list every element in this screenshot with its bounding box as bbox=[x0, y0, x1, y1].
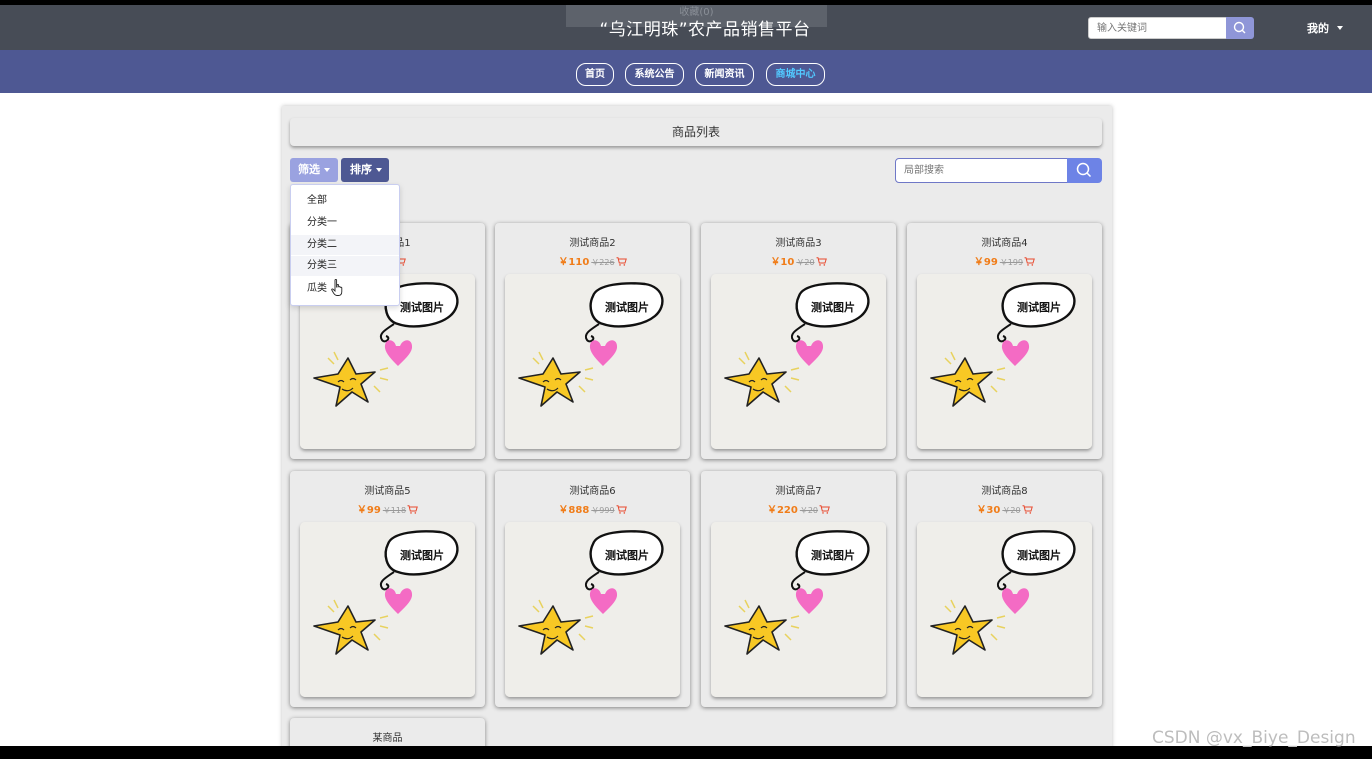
filter-label: 筛选 bbox=[298, 163, 320, 176]
filter-option-category-3[interactable]: 分类三 bbox=[291, 256, 399, 276]
placeholder-illustration: 测试图片 bbox=[917, 522, 1092, 697]
caret-down-icon bbox=[324, 168, 330, 172]
local-search-input[interactable] bbox=[895, 158, 1068, 183]
site-title: “乌江明珠”农产品销售平台 bbox=[599, 20, 811, 40]
product-price: ￥888 ￥999 bbox=[495, 501, 690, 516]
placeholder-image-caption: 测试图片 bbox=[1017, 548, 1061, 562]
product-name: 测试商品7 bbox=[775, 486, 822, 497]
cart-icon[interactable] bbox=[407, 505, 418, 514]
product-card[interactable]: 测试商品3 ￥10 ￥20 测试图片 bbox=[701, 223, 896, 459]
placeholder-illustration: 测试图片 bbox=[711, 522, 886, 697]
original-price: ￥199 bbox=[999, 258, 1024, 267]
placeholder-image-caption: 测试图片 bbox=[400, 548, 444, 562]
cart-icon[interactable] bbox=[819, 505, 830, 514]
caret-down-icon bbox=[376, 168, 382, 172]
current-price: ￥220 bbox=[766, 505, 798, 516]
local-search-button[interactable] bbox=[1067, 158, 1102, 183]
cart-icon[interactable] bbox=[616, 257, 627, 266]
user-menu[interactable]: 我的 bbox=[1307, 20, 1329, 36]
product-image[interactable]: 测试图片 bbox=[505, 274, 680, 449]
product-image[interactable]: 测试图片 bbox=[505, 522, 680, 697]
product-image[interactable]: 测试图片 bbox=[711, 274, 886, 449]
product-price: ￥220 ￥20 bbox=[701, 501, 896, 516]
current-price: ￥99 bbox=[356, 505, 381, 516]
placeholder-image-caption: 测试图片 bbox=[605, 300, 649, 314]
product-card[interactable]: 测试商品4 ￥99 ￥199 测试图片 bbox=[907, 223, 1102, 459]
panel-title: 商品列表 bbox=[290, 118, 1102, 146]
cart-icon[interactable] bbox=[816, 257, 827, 266]
placeholder-illustration: 测试图片 bbox=[300, 522, 475, 697]
search-icon bbox=[1076, 162, 1092, 178]
product-image[interactable]: 测试图片 bbox=[300, 522, 475, 697]
placeholder-image-caption: 测试图片 bbox=[605, 548, 649, 562]
hand-cursor-icon bbox=[331, 279, 343, 296]
local-search bbox=[895, 158, 1102, 183]
product-panel: 商品列表 筛选 排序 测试商品1￥￥9测试图片测试商品2￥110￥226测试图片… bbox=[282, 106, 1112, 758]
original-price: ￥226 bbox=[591, 258, 615, 267]
product-image[interactable]: 测试图片 bbox=[711, 522, 886, 697]
filter-option-all[interactable]: 全部 bbox=[291, 191, 399, 211]
product-name: 测试商品3 bbox=[775, 238, 822, 249]
placeholder-image-caption: 测试图片 bbox=[811, 300, 855, 314]
nav-item-announcements[interactable]: 系统公告 bbox=[625, 63, 684, 86]
product-price: ￥99 ￥199 bbox=[907, 253, 1102, 268]
cart-icon[interactable] bbox=[616, 505, 627, 514]
product-card[interactable]: 测试商品6 ￥888 ￥999 测试图片 bbox=[495, 471, 690, 707]
placeholder-image-caption: 测试图片 bbox=[400, 300, 444, 314]
nav-item-mall[interactable]: 商城中心 bbox=[766, 63, 825, 86]
cart-icon[interactable] bbox=[1022, 505, 1033, 514]
original-price: ￥20 bbox=[1002, 506, 1021, 515]
filter-option-category-1[interactable]: 分类一 bbox=[291, 213, 399, 233]
placeholder-image-caption: 测试图片 bbox=[811, 548, 855, 562]
product-image[interactable]: 测试图片 bbox=[917, 522, 1092, 697]
product-name: 测试商品2 bbox=[569, 238, 616, 249]
original-price: ￥20 bbox=[796, 258, 815, 267]
current-price: ￥10 bbox=[770, 257, 795, 268]
header-search bbox=[1088, 17, 1255, 39]
product-name: 某商品 bbox=[372, 733, 403, 744]
main-nav: 首页 系统公告 新闻资讯 商城中心 bbox=[0, 50, 1372, 93]
current-price: ￥30 bbox=[976, 505, 1001, 516]
product-card[interactable]: 测试商品7 ￥220 ￥20 测试图片 bbox=[701, 471, 896, 707]
current-price: ￥99 bbox=[973, 257, 998, 268]
original-price: ￥118 bbox=[382, 506, 407, 515]
placeholder-illustration: 测试图片 bbox=[505, 522, 680, 697]
product-name: 测试商品6 bbox=[569, 486, 616, 497]
product-name: 测试商品8 bbox=[981, 486, 1028, 497]
sort-button[interactable]: 排序 bbox=[341, 158, 389, 182]
page: 收藏(0) “乌江明珠”农产品销售平台 我的 首页 系统公告 新闻资讯 商城中心… bbox=[0, 0, 1372, 759]
current-price: ￥110 bbox=[558, 257, 590, 268]
product-price: ￥30 ￥20 bbox=[907, 501, 1102, 516]
product-card[interactable]: 测试商品2 ￥110 ￥226 测试图片 bbox=[495, 223, 690, 459]
filter-button[interactable]: 筛选 bbox=[290, 158, 338, 182]
placeholder-image-caption: 测试图片 bbox=[1017, 300, 1061, 314]
placeholder-illustration: 测试图片 bbox=[505, 274, 680, 449]
product-card[interactable]: 测试商品5 ￥99 ￥118 测试图片 bbox=[290, 471, 485, 707]
product-price: ￥99 ￥118 bbox=[290, 501, 485, 516]
placeholder-illustration: 测试图片 bbox=[711, 274, 886, 449]
header-search-button[interactable] bbox=[1226, 17, 1254, 39]
site-header: 收藏(0) “乌江明珠”农产品销售平台 我的 bbox=[0, 5, 1372, 50]
original-price: ￥999 bbox=[591, 506, 615, 515]
search-icon bbox=[1233, 21, 1246, 34]
product-card[interactable]: 测试商品8 ￥30 ￥20 测试图片 bbox=[907, 471, 1102, 707]
nav-item-news[interactable]: 新闻资讯 bbox=[695, 63, 754, 86]
filter-option-category-2[interactable]: 分类二 bbox=[291, 235, 399, 255]
product-image[interactable]: 测试图片 bbox=[917, 274, 1092, 449]
placeholder-illustration: 测试图片 bbox=[917, 274, 1092, 449]
product-name: 测试商品4 bbox=[981, 238, 1028, 249]
watermark: CSDN @vx_Biye_Design bbox=[1152, 728, 1356, 748]
chevron-down-icon[interactable] bbox=[1337, 26, 1343, 30]
product-price: ￥10 ￥20 bbox=[701, 253, 896, 268]
sort-label: 排序 bbox=[350, 163, 372, 176]
product-price: ￥110 ￥226 bbox=[495, 253, 690, 268]
cart-icon[interactable] bbox=[1024, 257, 1035, 266]
product-name: 测试商品5 bbox=[364, 486, 411, 497]
filter-option-melons[interactable]: 瓜类 bbox=[291, 279, 399, 299]
header-search-input[interactable] bbox=[1088, 17, 1227, 39]
original-price: ￥20 bbox=[799, 506, 819, 515]
current-price: ￥888 bbox=[558, 505, 590, 516]
filter-dropdown-menu: 全部 分类一 分类二 分类三 瓜类 bbox=[290, 184, 400, 306]
nav-item-home[interactable]: 首页 bbox=[576, 63, 614, 86]
